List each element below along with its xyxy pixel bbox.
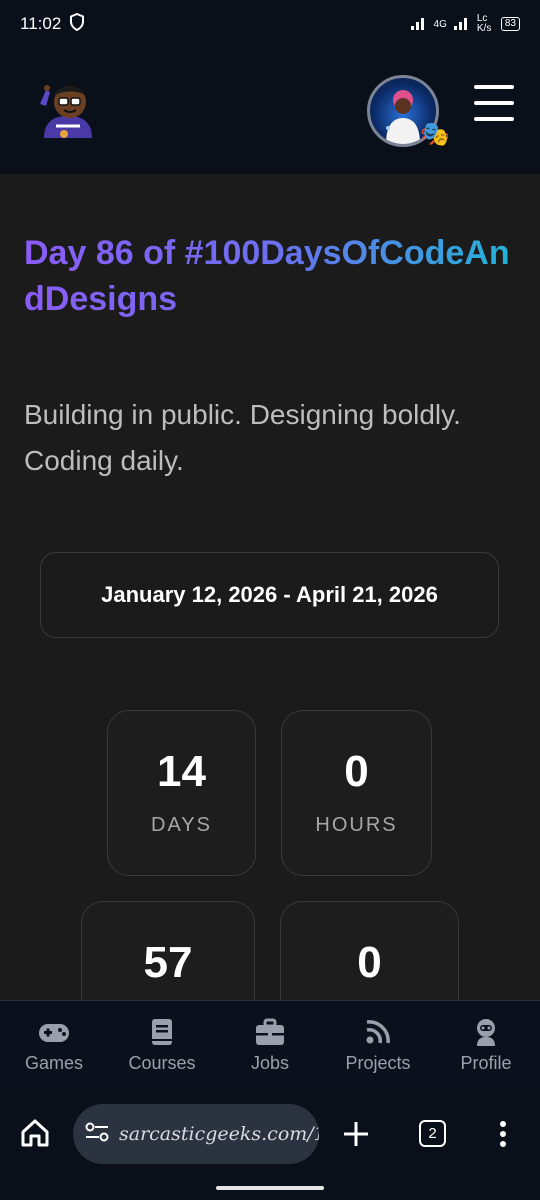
cartoon-mascot-logo-icon[interactable] [34,74,102,142]
url-text: sarcasticgeeks.com/100 [119,1123,319,1145]
nav-label: Projects [345,1053,411,1073]
battery-indicator: 83 [500,17,520,31]
countdown-label: HOURS [315,814,398,836]
home-indicator[interactable] [216,1186,324,1190]
book-icon [152,1019,172,1045]
robot-icon [477,1019,495,1046]
home-icon[interactable] [20,1118,50,1153]
nav-item-projects[interactable]: Projects [324,1001,432,1092]
countdown-hours-card: 0 HOURS [281,710,432,876]
bottom-nav: Games Courses Jobs Projects Profile [0,1000,540,1092]
rss-icon [366,1020,390,1044]
nav-label: Jobs [250,1053,290,1073]
date-range-box: January 12, 2026 - April 21, 2026 [40,552,499,638]
countdown-value: 0 [344,747,369,796]
hamburger-menu-button[interactable] [474,85,514,121]
nav-item-courses[interactable]: Courses [108,1001,216,1092]
signal-icon [410,15,428,34]
gamepad-icon [39,1024,69,1042]
new-tab-icon[interactable] [342,1120,370,1153]
url-bar[interactable]: sarcasticgeeks.com/100 [73,1104,319,1164]
page-title: Day 86 of #100DaysOfCodeAndDesigns [24,230,514,322]
menu-bar [474,85,514,89]
menu-bar [474,117,514,121]
main-content: Day 86 of #100DaysOfCodeAndDesigns Build… [0,174,540,1031]
nav-item-games[interactable]: Games [0,1001,108,1092]
status-time: 11:02 [20,14,62,33]
page-subtitle: Building in public. Designing boldly. Co… [24,399,461,476]
signal-icon-2 [453,15,471,34]
theater-masks-icon: 🎭 [420,121,450,148]
countdown-days-card: 14 DAYS [107,710,256,876]
countdown-value: 0 [357,938,382,987]
menu-bar [474,101,514,105]
nav-label: Games [24,1053,84,1073]
nav-item-profile[interactable]: Profile [432,1001,540,1092]
data-speed: Lc K/s [476,13,492,34]
briefcase-icon [256,1018,284,1045]
countdown-label: DAYS [151,814,212,836]
nav-label: Profile [460,1053,512,1073]
more-options-icon[interactable] [498,1120,508,1153]
tab-switcher-button[interactable]: 2 [419,1120,446,1147]
countdown-value: 14 [157,747,206,796]
site-settings-icon[interactable] [85,1122,109,1147]
nav-item-jobs[interactable]: Jobs [216,1001,324,1092]
browser-toolbar: sarcasticgeeks.com/100 2 [0,1092,540,1200]
countdown-value: 57 [143,938,193,987]
date-range-text: January 12, 2026 - April 21, 2026 [101,582,438,607]
shield-icon [69,12,85,36]
network-type: 4G [433,18,447,30]
site-header: 🎭 [0,48,540,174]
status-bar: 11:02 4G Lc K/s 83 [0,0,540,48]
nav-label: Courses [128,1053,196,1073]
